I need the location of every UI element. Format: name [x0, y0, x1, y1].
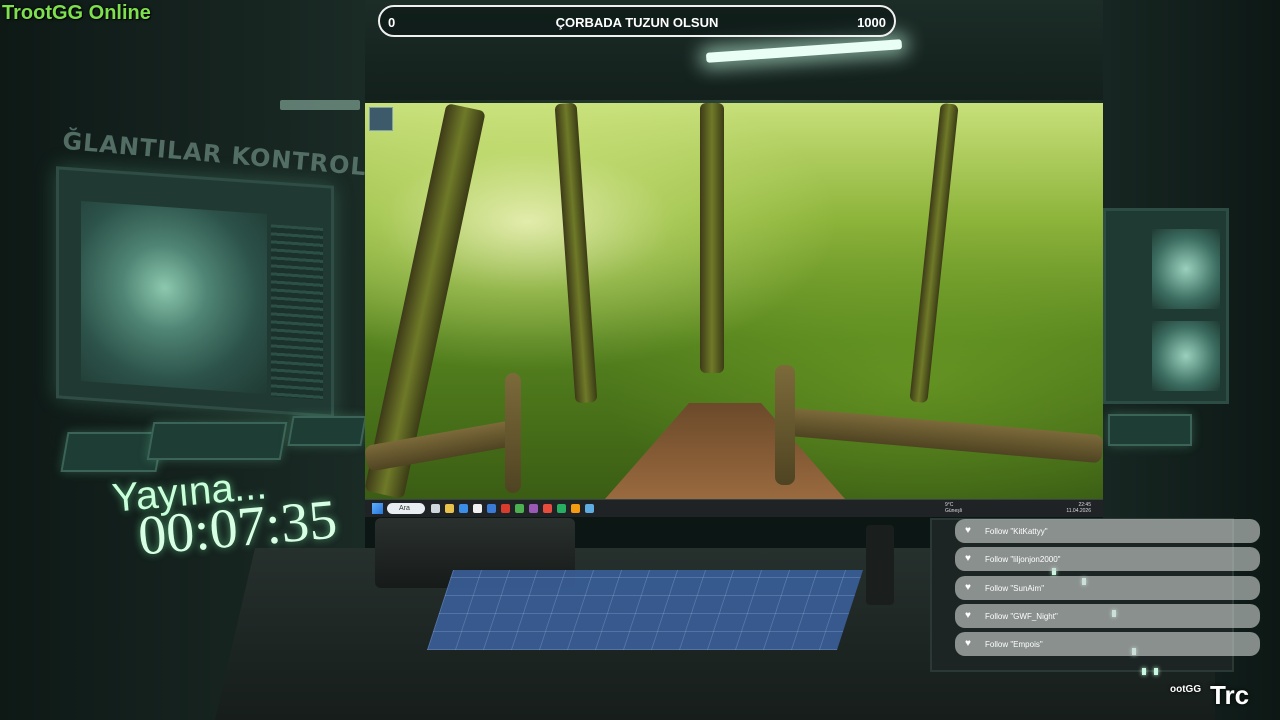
heart-icon: ♥	[965, 525, 971, 536]
follow-alert: ♥ Follow "KitKattyy"	[955, 519, 1260, 543]
follow-alert-text: Follow "Empois"	[985, 640, 1043, 649]
app-icon[interactable]	[501, 504, 510, 513]
app-icon[interactable]	[529, 504, 538, 513]
blueprint	[427, 570, 863, 650]
taskbar-search[interactable]: Ara	[387, 503, 425, 514]
goal-max: 1000	[857, 15, 886, 30]
right-monitor	[1103, 208, 1229, 404]
monitor-side-panel	[271, 224, 323, 400]
follow-alert: ♥ Follow "Empois"	[955, 632, 1260, 656]
file-explorer-icon[interactable]	[445, 504, 454, 513]
app-icon[interactable]	[571, 504, 580, 513]
rack-led	[1142, 668, 1146, 675]
goal-title: ÇORBADA TUZUN OLSUN	[555, 15, 719, 30]
channel-brand: TrootGG Online	[2, 2, 151, 24]
railing-post	[505, 373, 521, 493]
windows-start-icon[interactable]	[372, 503, 383, 514]
follow-alert-text: Follow "SunAim"	[985, 584, 1045, 593]
heart-icon: ♥	[965, 610, 971, 621]
desktop-capture: Ara 9°C Güneşli 22:45 11.04.2026	[365, 103, 1103, 517]
store-icon[interactable]	[473, 504, 482, 513]
follow-alert-text: Follow "KitKattyy"	[985, 527, 1048, 536]
taskbar-clock[interactable]: 22:45 11.04.2026	[1051, 502, 1091, 514]
follow-alert-text: Follow "GWF_Night"	[985, 612, 1058, 621]
monitor-panel	[1152, 229, 1220, 309]
weather-desc: Güneşli	[945, 508, 962, 514]
tree-trunk	[909, 103, 959, 404]
heart-icon: ♥	[965, 553, 971, 564]
terrain-map	[81, 201, 267, 395]
corner-brand-small: ootGG	[1170, 684, 1202, 695]
follow-alert: ♥ Follow "SunAim"	[955, 576, 1260, 600]
left-map-monitor	[56, 166, 334, 418]
follow-alert: ♥ Follow "liljonjon2000"	[955, 547, 1260, 571]
console-screen	[1108, 414, 1192, 446]
mail-icon[interactable]	[487, 504, 496, 513]
rack-led	[1154, 668, 1158, 675]
chrome-icon[interactable]	[515, 504, 524, 513]
corner-brand-large: Trc	[1210, 680, 1250, 710]
obs-icon[interactable]	[543, 504, 552, 513]
desktop-shortcut-icon[interactable]	[369, 107, 393, 131]
clock-date: 11.04.2026	[1066, 508, 1091, 514]
console-screen	[146, 422, 288, 460]
taskbar: Ara 9°C Güneşli 22:45 11.04.2026	[365, 499, 1103, 517]
railing-post	[775, 365, 795, 485]
donation-goal-bar: 0 ÇORBADA TUZUN OLSUN 1000	[378, 5, 896, 37]
heart-icon: ♥	[965, 582, 971, 593]
walkie-talkie	[866, 525, 894, 605]
console-screen	[287, 416, 367, 446]
follow-alert-text: Follow "liljonjon2000"	[985, 555, 1061, 564]
tree-trunk	[554, 103, 598, 404]
app-icon[interactable]	[585, 504, 594, 513]
task-view-icon[interactable]	[431, 504, 440, 513]
ceiling-light-left	[280, 100, 360, 110]
taskbar-weather[interactable]: 9°C Güneşli	[945, 502, 962, 514]
heart-icon: ♥	[965, 638, 971, 649]
edge-icon[interactable]	[459, 504, 468, 513]
boardwalk-railing	[774, 406, 1103, 464]
follow-alert: ♥ Follow "GWF_Night"	[955, 604, 1260, 628]
monitor-panel	[1152, 321, 1220, 391]
tree-trunk	[700, 103, 724, 373]
app-icon[interactable]	[557, 504, 566, 513]
forest-wallpaper	[365, 103, 1103, 499]
